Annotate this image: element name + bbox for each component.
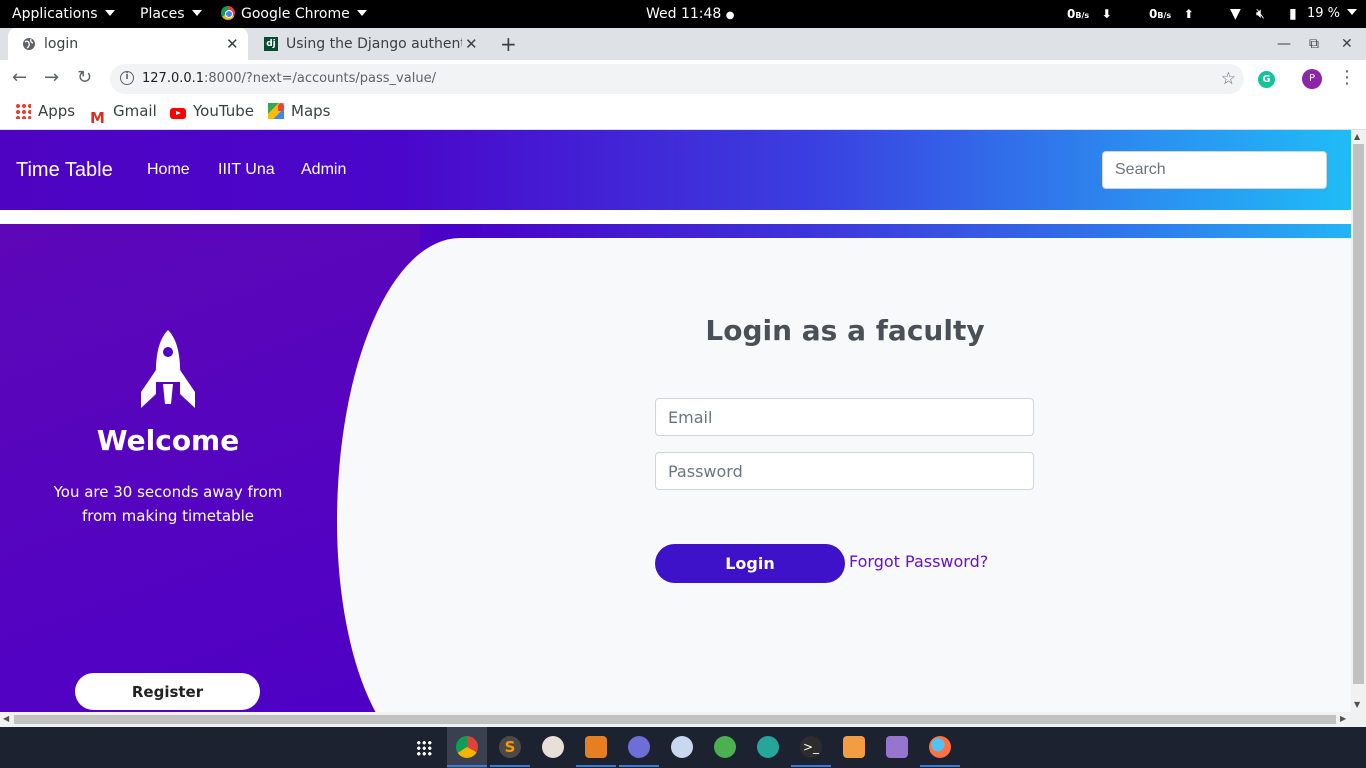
- gmail-icon: [90, 103, 106, 133]
- settings-icon[interactable]: [714, 736, 736, 758]
- search-input[interactable]: [1102, 151, 1327, 189]
- address-bar[interactable]: i 127.0.0.1:8000/?next=/accounts/pass_va…: [110, 64, 1244, 94]
- terminal-icon[interactable]: >_: [800, 736, 822, 758]
- running-indicator: [576, 765, 616, 767]
- running-indicator: [920, 765, 960, 767]
- text-editor-icon[interactable]: [886, 736, 908, 758]
- bookmark-gmail[interactable]: Gmail: [90, 96, 157, 133]
- tab-title: Using the Django authenti: [286, 36, 462, 52]
- scroll-right-icon[interactable]: ▶: [1340, 714, 1346, 723]
- chrome-menu-icon[interactable]: ⋮: [1338, 60, 1356, 96]
- running-indicator: [619, 765, 659, 767]
- battery-icon[interactable]: ▮: [1289, 0, 1297, 28]
- applications-menu[interactable]: Applications: [12, 0, 115, 28]
- wifi-icon[interactable]: ▼: [1230, 0, 1241, 28]
- horizontal-scrollbar[interactable]: ◀ ▶: [0, 712, 1366, 727]
- battery-percent[interactable]: 19 %: [1307, 0, 1358, 28]
- page-viewport: Time Table Home IIIT Una Admin Welcome Y…: [0, 130, 1351, 712]
- toolbar: ← → ↻ i 127.0.0.1:8000/?next=/accounts/p…: [0, 60, 1366, 96]
- info-icon[interactable]: i: [120, 71, 134, 85]
- vertical-scroll-thumb[interactable]: [1353, 144, 1364, 684]
- image-viewer-icon[interactable]: [671, 736, 693, 758]
- sublime-icon[interactable]: S: [499, 736, 521, 758]
- forward-icon[interactable]: →: [44, 60, 59, 96]
- chrome-icon[interactable]: [456, 736, 478, 758]
- login-hero: Welcome You are 30 seconds away from fro…: [0, 224, 1351, 712]
- site-navbar: Time Table Home IIIT Una Admin: [0, 130, 1351, 210]
- vertical-scrollbar[interactable]: ▲ ▼: [1351, 130, 1366, 712]
- brand-link[interactable]: Time Table: [16, 130, 113, 210]
- new-tab-button[interactable]: +: [500, 28, 517, 60]
- running-indicator: [447, 765, 487, 767]
- close-tab-icon[interactable]: ✕: [465, 28, 478, 60]
- reload-icon[interactable]: ↻: [77, 60, 92, 96]
- atom-icon[interactable]: [542, 736, 564, 758]
- running-indicator: [490, 765, 530, 767]
- chrome-icon: [221, 6, 235, 20]
- volume-muted-icon[interactable]: 🔇︎: [1256, 0, 1265, 28]
- tab-strip: login ✕ dj Using the Django authenti ✕ +…: [0, 28, 1366, 60]
- nav-home[interactable]: Home: [147, 130, 190, 210]
- system-monitor-icon[interactable]: [757, 736, 779, 758]
- nav-admin[interactable]: Admin: [301, 130, 346, 210]
- back-icon[interactable]: ←: [12, 60, 27, 96]
- minimize-icon[interactable]: —: [1277, 28, 1291, 60]
- show-apps-icon[interactable]: [416, 740, 432, 756]
- apps-grid-icon: [15, 103, 31, 119]
- password-input[interactable]: [655, 452, 1034, 490]
- places-menu[interactable]: Places: [140, 0, 202, 28]
- download-arrow-icon: ⬇: [1101, 7, 1112, 21]
- forgot-password-link[interactable]: Forgot Password?: [849, 552, 988, 571]
- clock[interactable]: Wed 11:48 ●: [646, 0, 735, 28]
- restore-icon[interactable]: ⧉: [1309, 28, 1319, 60]
- bookmark-apps[interactable]: Apps: [15, 96, 75, 126]
- bookmark-youtube[interactable]: YouTube: [170, 96, 254, 126]
- django-icon: dj: [264, 37, 278, 51]
- presentation-icon[interactable]: [843, 736, 865, 758]
- welcome-heading: Welcome: [96, 424, 240, 457]
- bookmarks-bar: Apps Gmail YouTube Maps: [0, 96, 1366, 133]
- net-download: 0B/s ⬇: [1067, 7, 1112, 21]
- email-input[interactable]: [655, 398, 1034, 436]
- welcome-subtitle: You are 30 seconds away from from making…: [53, 483, 283, 525]
- scroll-left-icon[interactable]: ◀: [3, 714, 9, 723]
- tab-login[interactable]: login ✕: [8, 28, 248, 60]
- register-button[interactable]: Register: [75, 673, 260, 710]
- firefox-icon[interactable]: [929, 736, 951, 758]
- profile-avatar[interactable]: P: [1302, 69, 1322, 89]
- horizontal-scroll-thumb[interactable]: [14, 715, 1336, 724]
- bookmark-maps[interactable]: Maps: [268, 96, 330, 126]
- system-top-bar: Applications Places Google Chrome Wed 11…: [0, 0, 1366, 28]
- rocket-icon: [141, 330, 195, 408]
- close-tab-icon[interactable]: ✕: [226, 28, 239, 60]
- app-menu[interactable]: Google Chrome: [221, 0, 367, 28]
- tab-title: login: [44, 36, 79, 52]
- nav-iiit-una[interactable]: IIIT Una: [218, 130, 275, 210]
- scroll-up-icon[interactable]: ▲: [1354, 132, 1360, 141]
- maps-icon: [268, 103, 284, 119]
- net-upload: 0B/s ⬆: [1149, 7, 1194, 21]
- login-button[interactable]: Login: [655, 544, 845, 583]
- tab-django-docs[interactable]: dj Using the Django authenti ✕: [250, 28, 490, 60]
- upload-arrow-icon: ⬆: [1183, 7, 1194, 21]
- bookmark-star-icon[interactable]: ☆: [1221, 64, 1236, 94]
- globe-icon: [23, 38, 35, 50]
- running-indicator: [791, 765, 831, 767]
- youtube-icon: [170, 108, 186, 119]
- files-icon[interactable]: [628, 736, 650, 758]
- login-title: Login as a faculty: [705, 314, 985, 347]
- url-text[interactable]: 127.0.0.1:8000/?next=/accounts/pass_valu…: [142, 64, 436, 94]
- grammarly-icon[interactable]: G: [1258, 71, 1275, 88]
- scroll-down-icon[interactable]: ▼: [1354, 700, 1360, 709]
- archive-icon[interactable]: [585, 736, 607, 758]
- close-window-icon[interactable]: ✕: [1341, 28, 1353, 60]
